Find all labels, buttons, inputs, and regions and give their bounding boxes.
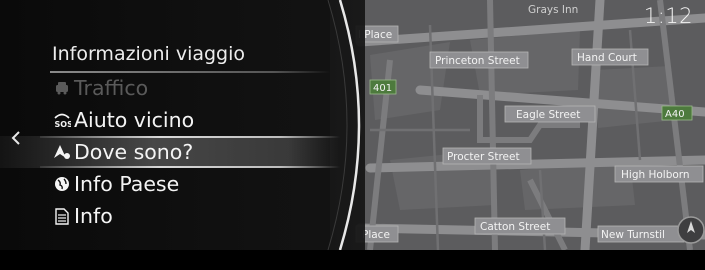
traffic-icon bbox=[53, 79, 71, 97]
chevron-left-icon[interactable] bbox=[11, 131, 21, 145]
compass-icon[interactable] bbox=[677, 216, 705, 244]
menu-item-label: Aiuto vicino bbox=[74, 108, 195, 132]
svg-text:SOS: SOS bbox=[55, 120, 72, 128]
menu-arc-border bbox=[327, 0, 361, 250]
where-am-i-icon bbox=[53, 143, 71, 161]
street-label-grays-inn: Grays Inn bbox=[528, 4, 578, 16]
menu-item-country-info[interactable]: Info Paese bbox=[0, 168, 340, 200]
menu-item-label: Dove sono? bbox=[74, 140, 194, 164]
navigation-screen: Grays Inn l Place Princeton Street Hand … bbox=[0, 0, 705, 270]
street-label-hand-court: Hand Court bbox=[577, 52, 637, 64]
sos-icon: SOS bbox=[53, 111, 71, 129]
clock: 1:12 bbox=[643, 4, 693, 28]
menu-item-where-am-i[interactable]: Dove sono? bbox=[0, 136, 340, 168]
road-label-a40: A40 bbox=[665, 109, 685, 120]
street-label-princeton: Princeton Street bbox=[435, 55, 520, 67]
menu-item-nearby-help[interactable]: SOS Aiuto vicino bbox=[0, 104, 340, 136]
menu-title: Informazioni viaggio bbox=[52, 43, 246, 65]
menu-item-info[interactable]: Info bbox=[0, 200, 340, 232]
street-label-procter: Procter Street bbox=[447, 151, 520, 163]
map-view[interactable]: Grays Inn l Place Princeton Street Hand … bbox=[330, 0, 705, 250]
menu-item-label: Info bbox=[74, 204, 113, 228]
street-label-new-turnstile: New Turnstil bbox=[601, 229, 665, 241]
street-label-catton: Catton Street bbox=[480, 221, 550, 233]
globe-icon bbox=[53, 175, 71, 193]
bottom-bar bbox=[0, 250, 705, 270]
menu-list: Traffico SOS Aiuto vicino Dove sono? Inf… bbox=[0, 72, 340, 232]
menu-item-label: Info Paese bbox=[74, 172, 180, 196]
street-label-eagle: Eagle Street bbox=[516, 109, 580, 121]
menu-item-traffic[interactable]: Traffico bbox=[0, 72, 340, 104]
document-icon bbox=[53, 207, 71, 225]
street-label-high-holborn: High Holborn bbox=[621, 169, 690, 181]
menu-item-label: Traffico bbox=[74, 76, 149, 100]
